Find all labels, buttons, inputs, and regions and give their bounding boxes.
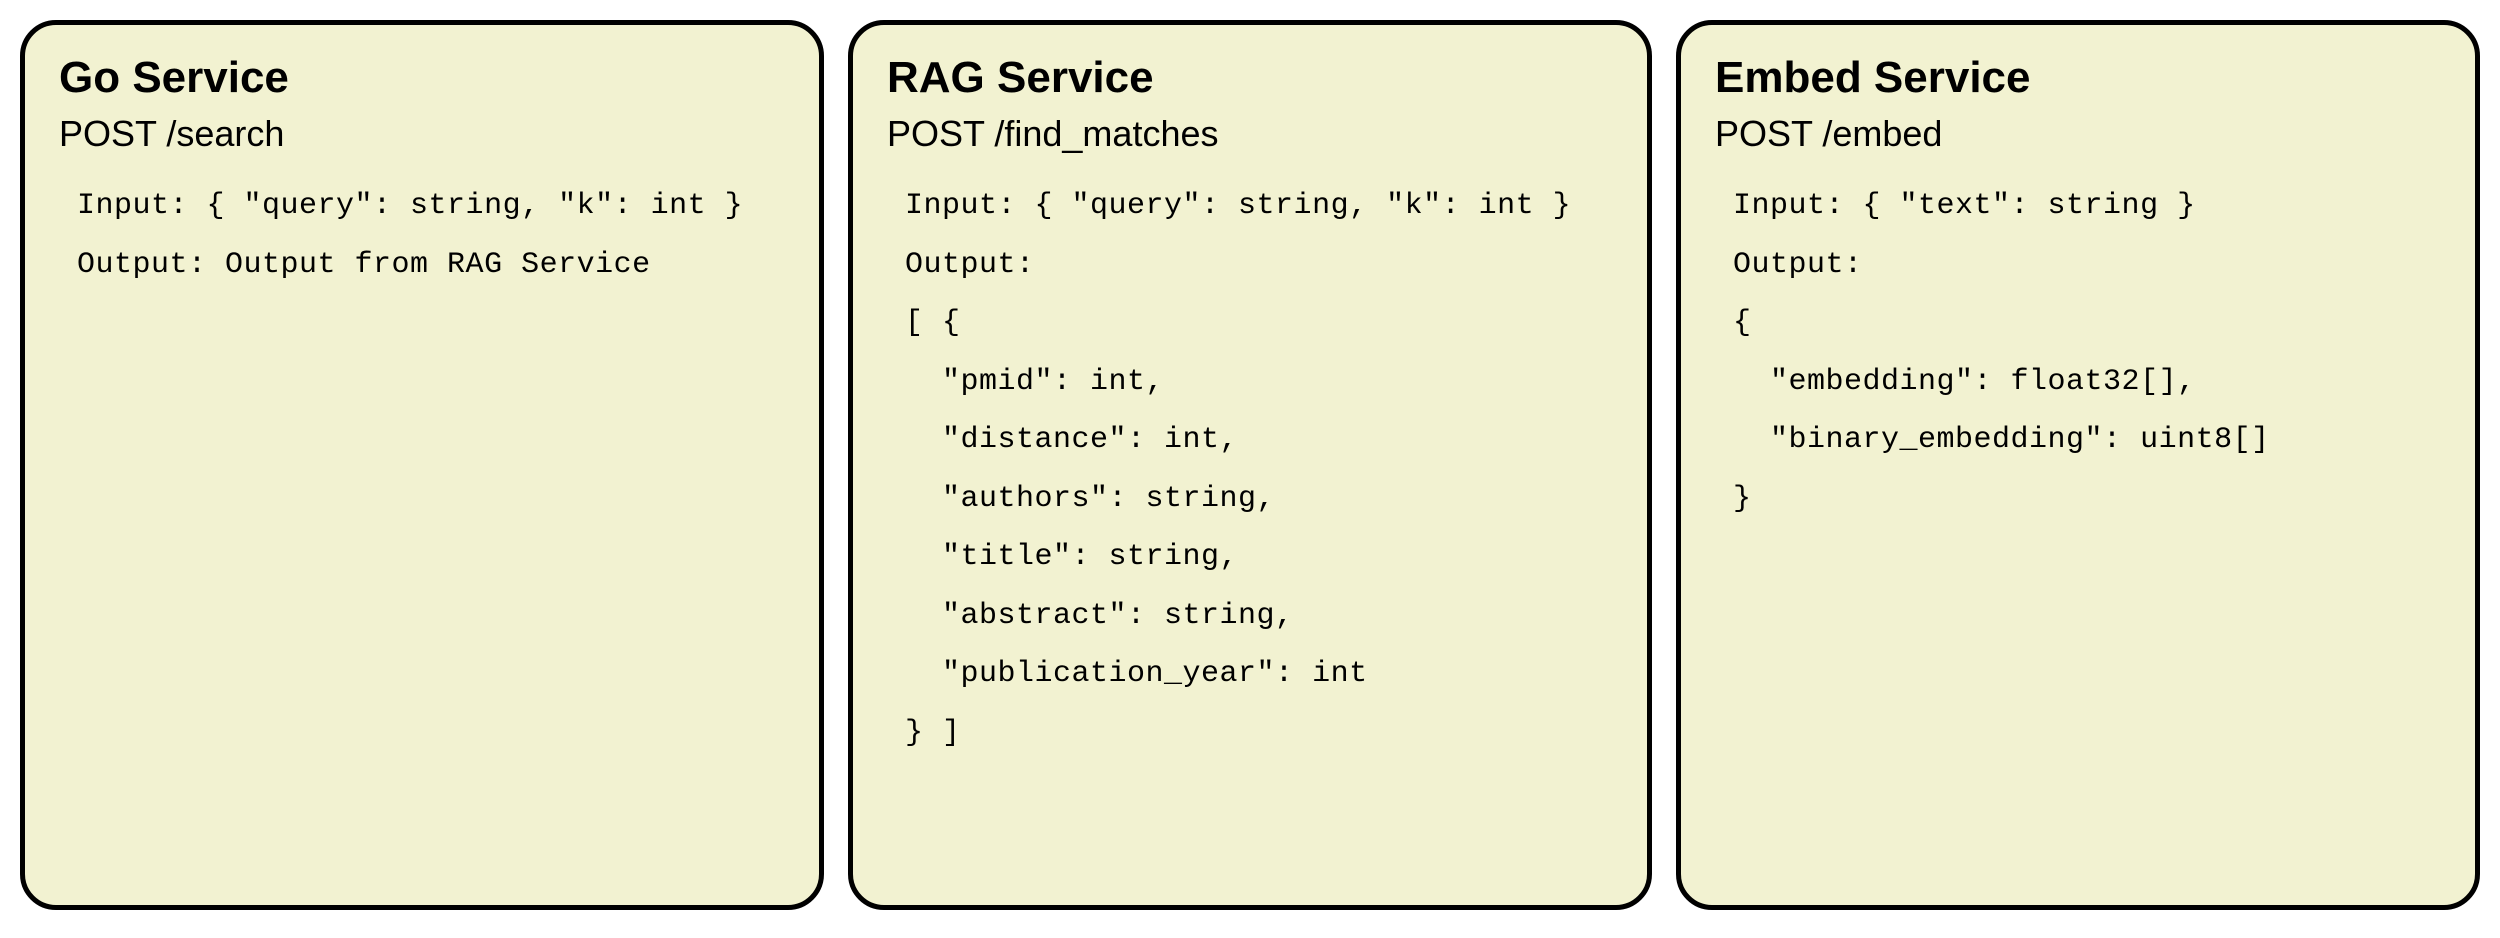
embed-service-title: Embed Service — [1715, 53, 2441, 103]
go-service-title: Go Service — [59, 53, 785, 103]
rag-service-endpoint: POST /find_matches — [887, 113, 1613, 155]
rag-service-body: Input: { "query": string, "k": int } Out… — [887, 177, 1613, 762]
rag-service-title: RAG Service — [887, 53, 1613, 103]
go-service-body: Input: { "query": string, "k": int } Out… — [59, 177, 785, 294]
embed-service-body: Input: { "text": string } Output: { "emb… — [1715, 177, 2441, 528]
rag-service-card: RAG Service POST /find_matches Input: { … — [848, 20, 1652, 910]
go-service-endpoint: POST /search — [59, 113, 785, 155]
go-service-card: Go Service POST /search Input: { "query"… — [20, 20, 824, 910]
embed-service-card: Embed Service POST /embed Input: { "text… — [1676, 20, 2480, 910]
embed-service-endpoint: POST /embed — [1715, 113, 2441, 155]
